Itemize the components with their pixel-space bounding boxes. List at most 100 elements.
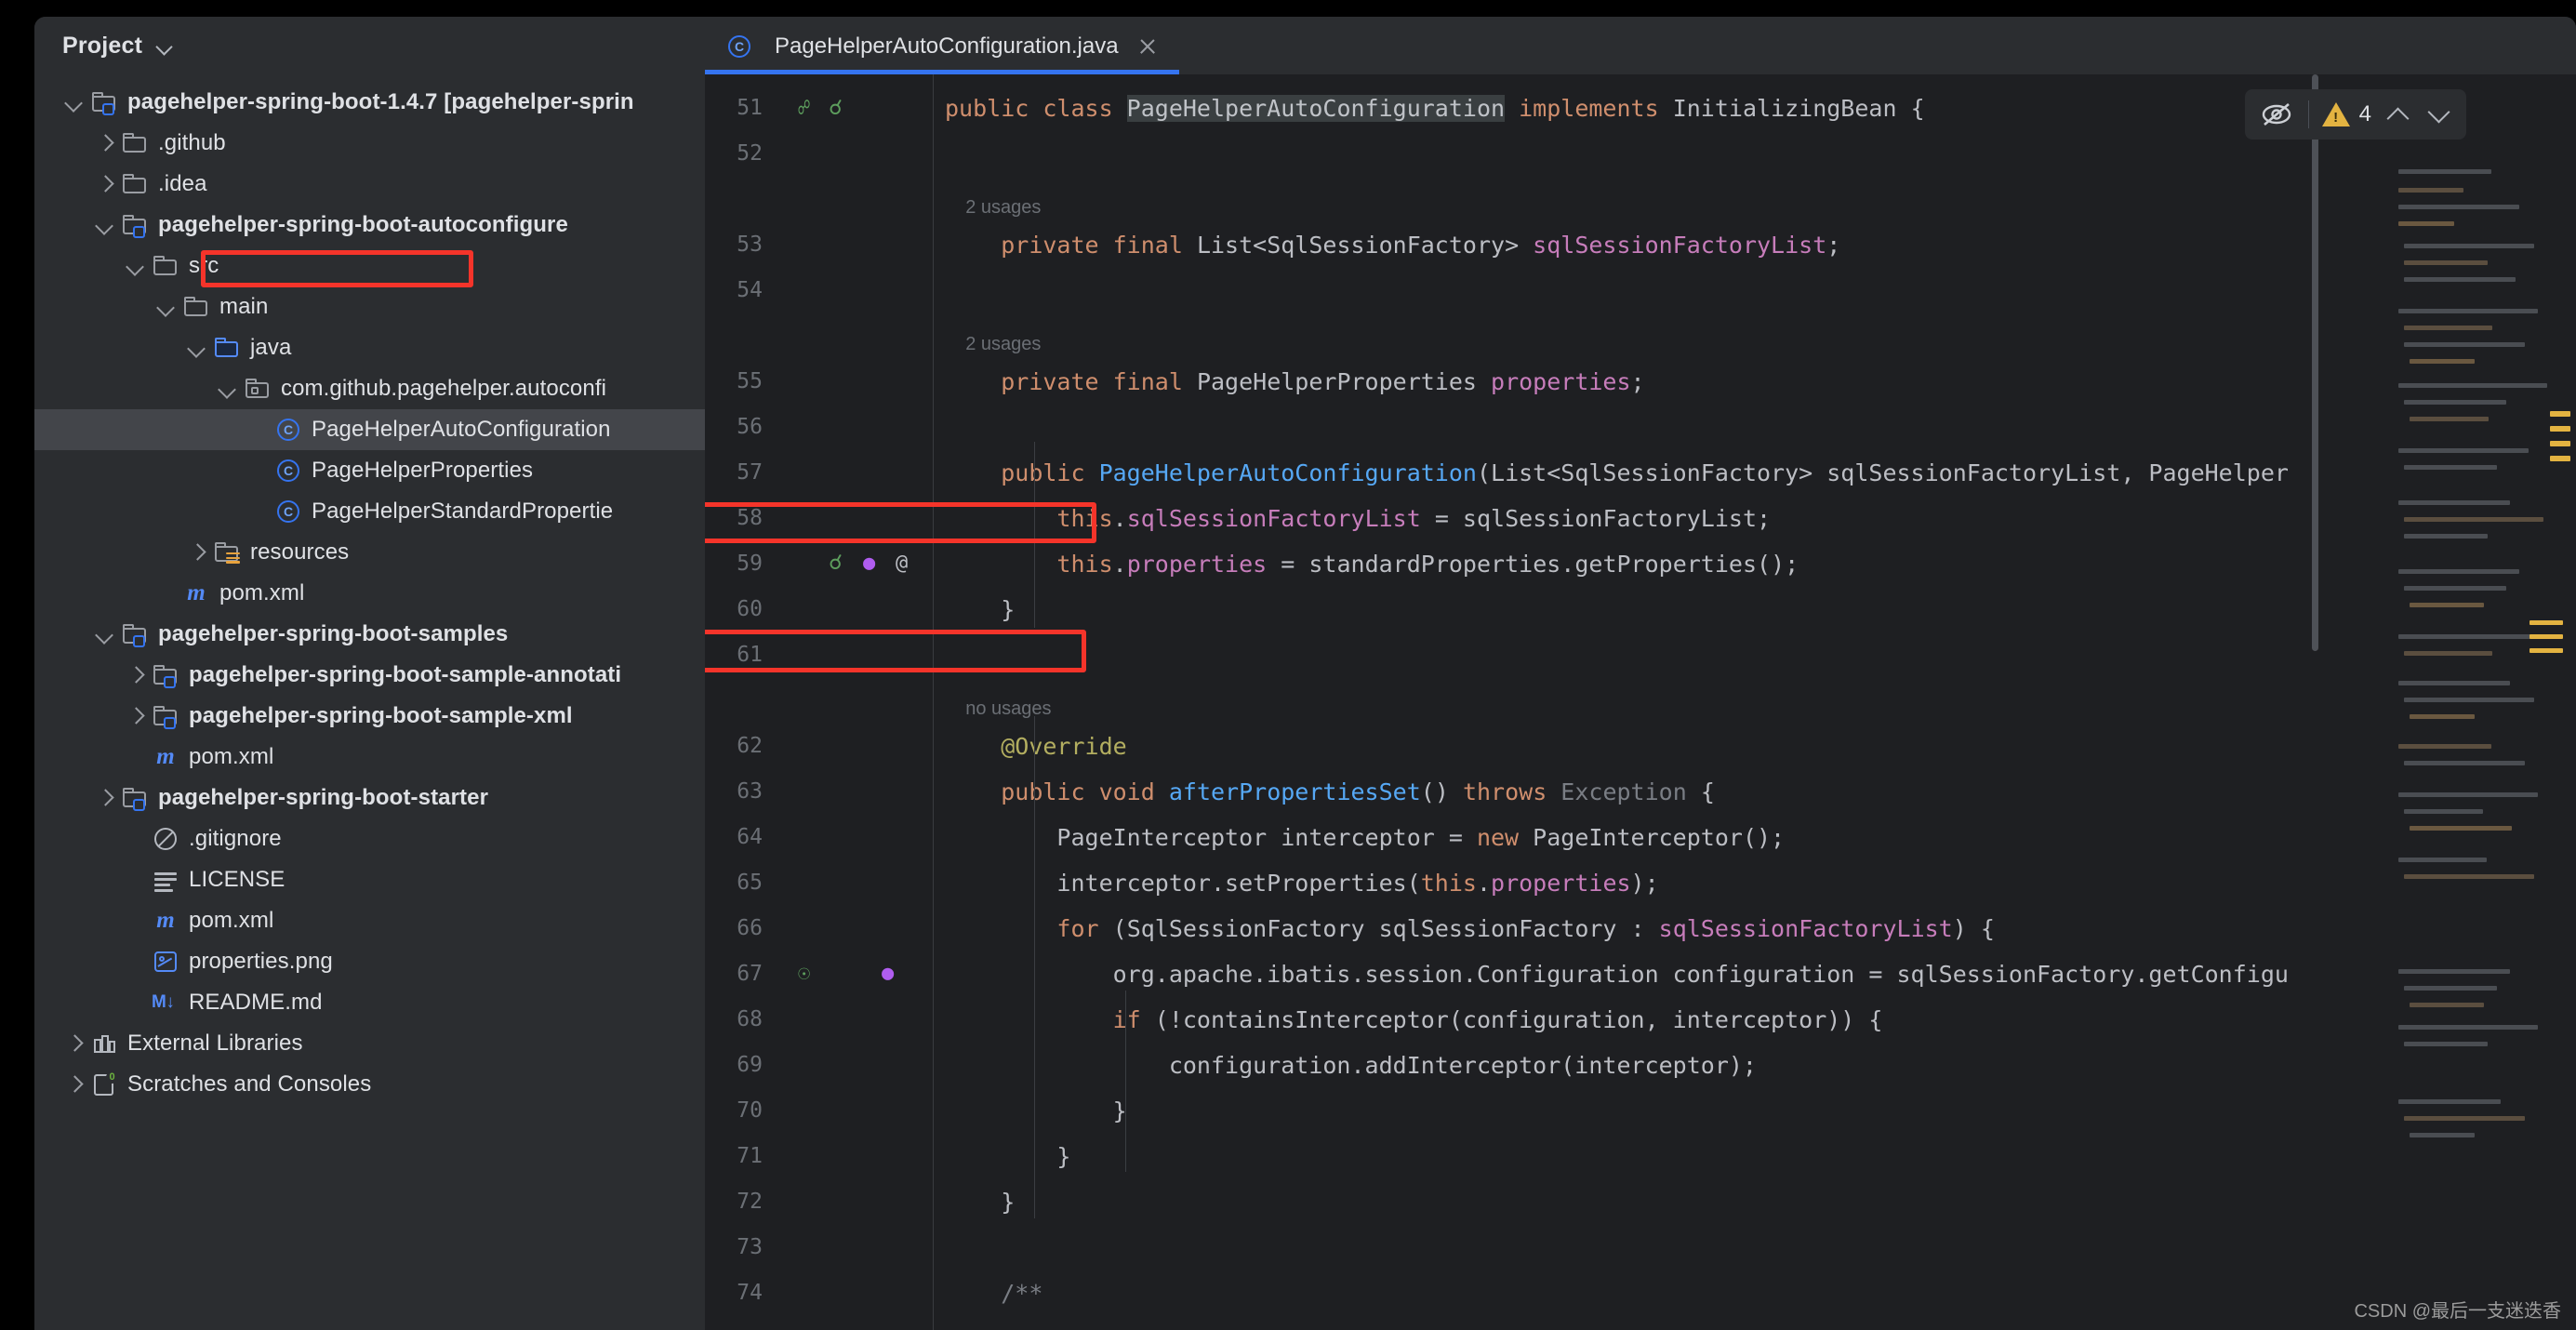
error-stripe-warning[interactable] xyxy=(2550,456,2570,461)
error-stripe-warning[interactable] xyxy=(2550,441,2570,446)
code-line[interactable]: } xyxy=(945,1088,1127,1134)
gutter-line[interactable]: 62 xyxy=(705,724,933,769)
tree-item[interactable]: .github xyxy=(34,123,705,164)
tree-item[interactable]: com.github.pagehelper.autoconfi xyxy=(34,368,705,409)
chevron-down-icon[interactable] xyxy=(154,295,179,319)
code-line[interactable]: private final PageHelperProperties prope… xyxy=(945,359,1645,405)
editor-minimap[interactable] xyxy=(2385,132,2576,1330)
gutter-line[interactable]: 71 xyxy=(705,1134,933,1179)
code-line[interactable]: public void afterPropertiesSet() throws … xyxy=(945,769,1715,815)
warning-indicator[interactable]: ! 4 xyxy=(2322,101,2371,127)
gutter-line[interactable]: 55 xyxy=(705,359,933,405)
chevron-down-icon[interactable] xyxy=(216,377,240,401)
code-line[interactable]: org.apache.ibatis.session.Configuration … xyxy=(945,951,2289,997)
gutter-line[interactable]: 63 xyxy=(705,769,933,815)
gutter-line[interactable]: 61 xyxy=(705,632,933,678)
gutter-line[interactable]: 58 xyxy=(705,496,933,541)
gutter-line[interactable]: 68 xyxy=(705,997,933,1043)
code-line[interactable]: public PageHelperAutoConfiguration(List<… xyxy=(945,450,2289,496)
tree-item[interactable]: .idea xyxy=(34,164,705,205)
editor-scrollbar-thumb[interactable] xyxy=(2312,74,2318,651)
code-line[interactable]: configuration.addInterceptor(interceptor… xyxy=(945,1043,1757,1088)
chevron-down-icon[interactable] xyxy=(93,213,117,237)
code-line[interactable]: /** xyxy=(945,1270,1042,1316)
gutter-line[interactable]: 53 xyxy=(705,222,933,268)
chevron-down-icon[interactable] xyxy=(124,254,148,278)
tree-item[interactable]: M↓README.md xyxy=(34,982,705,1023)
tree-item[interactable]: mpom.xml xyxy=(34,900,705,941)
gutter-line[interactable]: 74 xyxy=(705,1270,933,1316)
chevron-down-icon[interactable] xyxy=(2425,100,2453,128)
code-line[interactable]: if (!containsInterceptor(configuration, … xyxy=(945,997,1882,1043)
error-stripe-warning[interactable] xyxy=(2530,620,2563,625)
chevron-right-icon[interactable] xyxy=(93,172,117,196)
chevron-right-icon[interactable] xyxy=(124,663,148,687)
tree-item[interactable]: LICENSE xyxy=(34,859,705,900)
tree-item[interactable]: pagehelper-spring-boot-autoconfigure xyxy=(34,205,705,246)
inspections-widget[interactable]: ! 4 xyxy=(2245,89,2466,140)
gutter-line[interactable]: 64 xyxy=(705,815,933,860)
code-line[interactable]: interceptor.setProperties(this.propertie… xyxy=(945,860,1659,906)
tree-item[interactable]: java xyxy=(34,327,705,368)
gutter-line[interactable]: 70 xyxy=(705,1088,933,1134)
tree-item[interactable]: .gitignore xyxy=(34,818,705,859)
gutter-line[interactable]: 72 xyxy=(705,1179,933,1225)
error-stripe-warning[interactable] xyxy=(2530,634,2563,639)
gutter-line[interactable]: 54 xyxy=(705,268,933,313)
tree-item[interactable]: pagehelper-spring-boot-samples xyxy=(34,614,705,655)
code-line[interactable]: @Override xyxy=(945,724,1127,769)
code-area[interactable]: 5152535455565758596061626364656667686970… xyxy=(705,74,2576,1330)
code-line[interactable]: } xyxy=(945,587,1015,632)
tree-item[interactable]: pagehelper-spring-boot-sample-annotati xyxy=(34,655,705,696)
gutter-run-markers[interactable]: ☍☌ xyxy=(705,86,933,131)
close-icon[interactable] xyxy=(1136,35,1159,58)
tree-item[interactable]: main xyxy=(34,286,705,327)
chevron-right-icon[interactable] xyxy=(62,1072,86,1097)
project-tree[interactable]: pagehelper-spring-boot-1.4.7 [pagehelper… xyxy=(34,74,705,1330)
code-line[interactable]: this.properties = standardProperties.get… xyxy=(945,541,1799,587)
code-line[interactable]: PageInterceptor interceptor = new PageIn… xyxy=(945,815,1785,860)
code-line[interactable]: } xyxy=(945,1134,1070,1179)
gutter-line[interactable]: 56 xyxy=(705,405,933,450)
gutter-line[interactable]: 73 xyxy=(705,1225,933,1270)
error-stripe-warning[interactable] xyxy=(2550,411,2570,417)
editor-gutter[interactable]: 5152535455565758596061626364656667686970… xyxy=(705,74,933,1330)
chevron-down-icon[interactable] xyxy=(62,90,86,114)
gutter-line[interactable]: 52 xyxy=(705,131,933,177)
tree-item[interactable]: pagehelper-spring-boot-sample-xml xyxy=(34,696,705,737)
code-lines[interactable]: public class PageHelperAutoConfiguration… xyxy=(945,74,2576,1330)
eye-off-icon[interactable] xyxy=(2258,99,2295,130)
chevron-down-icon[interactable] xyxy=(155,36,174,55)
tree-item[interactable]: CPageHelperProperties xyxy=(34,450,705,491)
chevron-right-icon[interactable] xyxy=(93,131,117,155)
error-stripe-warning[interactable] xyxy=(2550,426,2570,432)
gutter-line[interactable]: 60 xyxy=(705,587,933,632)
tree-item[interactable]: properties.png xyxy=(34,941,705,982)
code-line[interactable]: public class PageHelperAutoConfiguration… xyxy=(945,86,1925,131)
gutter-override-markers[interactable]: ☉● xyxy=(705,951,933,996)
gutter-line[interactable]: 69 xyxy=(705,1043,933,1088)
project-panel-header[interactable]: Project xyxy=(34,17,705,74)
chevron-right-icon[interactable] xyxy=(124,704,148,728)
tree-item[interactable]: CPageHelperAutoConfiguration xyxy=(34,409,705,450)
error-stripe-warning[interactable] xyxy=(2530,648,2563,653)
chevron-up-icon[interactable] xyxy=(2384,100,2412,128)
gutter-line[interactable]: 57 xyxy=(705,450,933,496)
tree-item[interactable]: resources xyxy=(34,532,705,573)
code-line[interactable]: private final List<SqlSessionFactory> sq… xyxy=(945,222,1840,268)
code-line[interactable]: } xyxy=(945,1179,1015,1225)
chevron-down-icon[interactable] xyxy=(93,622,117,646)
tree-item[interactable]: 0Scratches and Consoles xyxy=(34,1064,705,1105)
chevron-right-icon[interactable] xyxy=(93,786,117,810)
tree-item[interactable]: pagehelper-spring-boot-1.4.7 [pagehelper… xyxy=(34,82,705,123)
tab-pagehelperautoconfiguration[interactable]: C PageHelperAutoConfiguration.java xyxy=(705,19,1179,74)
code-line[interactable]: for (SqlSessionFactory sqlSessionFactory… xyxy=(945,906,1995,951)
tree-item[interactable]: mpom.xml xyxy=(34,737,705,778)
chevron-down-icon[interactable] xyxy=(185,336,209,360)
tree-item[interactable]: External Libraries xyxy=(34,1023,705,1064)
code-line[interactable]: this.sqlSessionFactoryList = sqlSessionF… xyxy=(945,496,1771,541)
tree-item[interactable]: src xyxy=(34,246,705,286)
tree-item[interactable]: mpom.xml xyxy=(34,573,705,614)
gutter-line[interactable]: 66 xyxy=(705,906,933,951)
tree-item[interactable]: CPageHelperStandardPropertie xyxy=(34,491,705,532)
